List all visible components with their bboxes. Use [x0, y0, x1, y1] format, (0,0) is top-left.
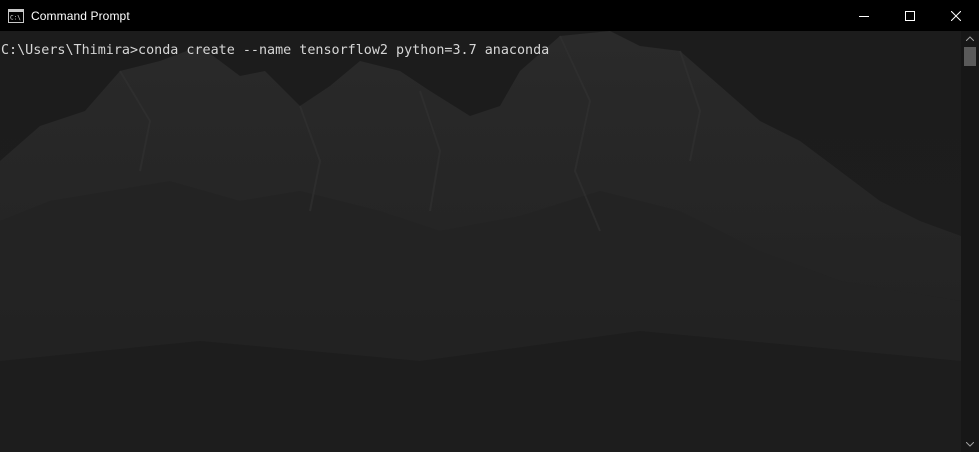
command-prompt-window: C:\ Command Prompt C:\Users\Thimira>cond…	[0, 0, 979, 452]
minimize-button[interactable]	[841, 0, 887, 31]
maximize-icon	[905, 10, 915, 21]
console-area[interactable]: C:\Users\Thimira>conda create --name ten…	[0, 31, 961, 452]
minimize-icon	[859, 15, 869, 17]
scroll-down-icon	[966, 442, 974, 447]
console-output: C:\Users\Thimira>conda create --name ten…	[1, 43, 550, 58]
mountain-backdrop	[0, 31, 961, 452]
cmd-icon[interactable]: C:\	[8, 8, 24, 23]
vertical-scrollbar[interactable]	[961, 31, 979, 452]
scroll-down-button[interactable]	[961, 437, 979, 452]
scroll-up-button[interactable]	[961, 31, 979, 46]
close-icon	[951, 10, 961, 21]
scroll-up-icon	[966, 36, 974, 41]
svg-text:C:\: C:\	[10, 14, 21, 21]
caption-buttons	[841, 0, 979, 31]
title-bar[interactable]: C:\ Command Prompt	[0, 0, 979, 31]
window-title: Command Prompt	[31, 8, 130, 23]
scroll-thumb[interactable]	[964, 47, 976, 66]
close-button[interactable]	[933, 0, 979, 31]
maximize-button[interactable]	[887, 0, 933, 31]
